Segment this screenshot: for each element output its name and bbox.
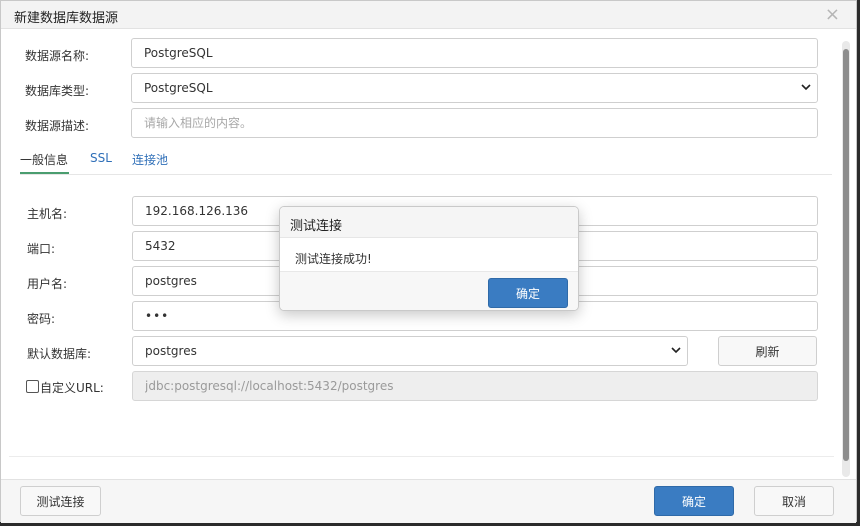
tab-ssl[interactable]: SSL (90, 151, 112, 165)
scrollbar-thumb[interactable] (843, 49, 849, 461)
scrollbar[interactable] (842, 41, 850, 477)
ok-button[interactable]: 确定 (654, 486, 734, 516)
default-database-select[interactable]: postgres (132, 336, 688, 366)
popup-ok-button[interactable]: 确定 (488, 278, 568, 308)
dialog-footer: 测试连接 确定 取消 (1, 479, 856, 523)
datasource-desc-input[interactable] (131, 108, 818, 138)
popup-title: 测试连接 (290, 219, 343, 234)
custom-url-input (132, 371, 818, 401)
popup-message: 测试连接成功! (295, 252, 372, 266)
datasource-name-label: 数据源名称: (25, 49, 90, 63)
content-divider (9, 456, 834, 457)
default-database-value: postgres (145, 344, 197, 358)
test-connection-popup: 测试连接 测试连接成功! 确定 (279, 206, 579, 311)
port-label: 端口: (27, 242, 56, 256)
host-label: 主机名: (27, 207, 68, 221)
custom-url-checkbox[interactable] (26, 380, 39, 393)
chevron-down-icon (801, 82, 811, 92)
tab-connection-pool[interactable]: 连接池 (132, 151, 168, 168)
dialog-title: 新建数据库数据源 (14, 11, 119, 26)
popup-ok-label: 确定 (515, 286, 540, 301)
tab-divider (20, 174, 832, 175)
popup-header: 测试连接 (280, 207, 578, 238)
datasource-name-input[interactable] (131, 38, 818, 68)
test-connection-label: 测试连接 (36, 494, 85, 509)
close-icon[interactable]: × (825, 4, 840, 25)
datasource-desc-label: 数据源描述: (25, 119, 90, 133)
database-type-value: PostgreSQL (144, 81, 213, 95)
cancel-button-label: 取消 (781, 494, 806, 509)
cancel-button[interactable]: 取消 (754, 486, 834, 516)
test-connection-button[interactable]: 测试连接 (20, 486, 101, 516)
custom-url-label: 自定义URL: (40, 381, 104, 395)
tab-general[interactable]: 一般信息 (20, 151, 68, 168)
database-type-label: 数据库类型: (25, 84, 90, 98)
username-label: 用户名: (27, 277, 68, 291)
database-type-select[interactable]: PostgreSQL (131, 73, 818, 103)
default-database-label: 默认数据库: (27, 347, 92, 361)
chevron-down-icon (671, 345, 681, 355)
dialog-titlebar: 新建数据库数据源 × (1, 1, 856, 29)
ok-button-label: 确定 (681, 494, 706, 509)
popup-footer: 确定 (280, 272, 578, 310)
password-label: 密码: (27, 312, 56, 326)
refresh-button-label: 刷新 (755, 344, 780, 359)
refresh-button[interactable]: 刷新 (718, 336, 817, 366)
